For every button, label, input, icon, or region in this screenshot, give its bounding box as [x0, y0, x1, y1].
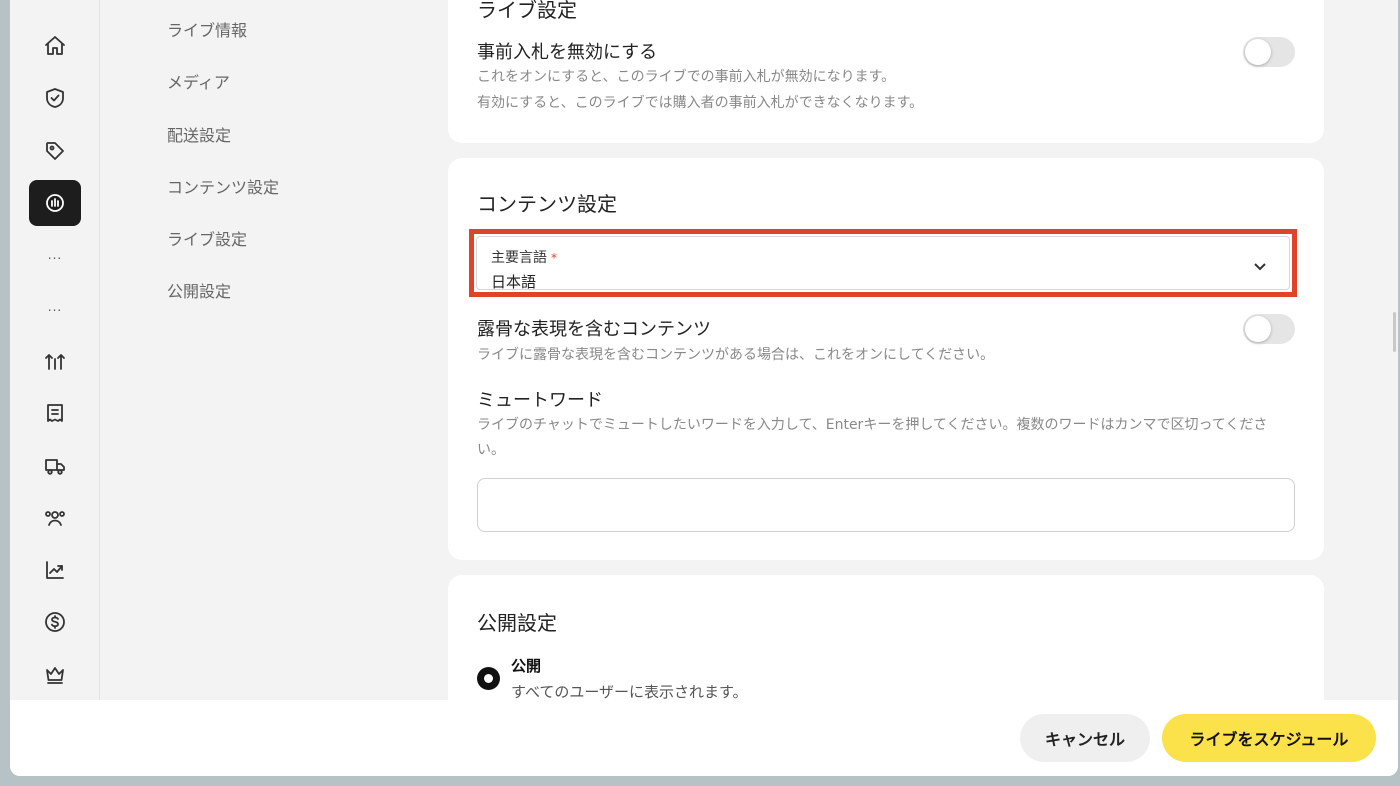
nav-visibility[interactable]: 公開設定: [167, 278, 231, 302]
live-settings-card: ライブ設定 事前入札を無効にする これをオンにすると、このライブでの事前入札が無…: [448, 0, 1324, 143]
public-radio[interactable]: [477, 667, 500, 690]
footer-bar: キャンセル ライブをスケジュール: [10, 700, 1398, 776]
mute-words-desc: ライブのチャットでミュートしたいワードを入力して、Enterキーを押してください…: [477, 417, 1268, 458]
users-icon[interactable]: [29, 495, 81, 541]
public-label: 公開: [511, 657, 542, 675]
toggle-knob: [1245, 39, 1271, 65]
explicit-title: 露骨な表現を含むコンテンツ: [477, 319, 711, 340]
mute-words-title: ミュートワード: [477, 390, 603, 411]
more-dots-2: ...: [47, 300, 63, 314]
trending-chart-icon[interactable]: [29, 547, 81, 593]
required-mark: *: [551, 251, 557, 265]
content-settings-title: コンテンツ設定: [477, 192, 617, 216]
preorder-desc-2: 有効にすると、このライブでは購入者の事前入札ができなくなります。: [477, 95, 924, 111]
app-window: ... ... ライブ情報 メディア 配送設定 コンテンツ設定 ライブ設定 公開…: [10, 0, 1398, 776]
visibility-title: 公開設定: [477, 611, 557, 635]
more-dots-1: ...: [47, 248, 63, 262]
nav-media[interactable]: メディア: [167, 69, 230, 93]
truck-icon[interactable]: [29, 443, 81, 489]
select-field: 主要言語 * 日本語: [476, 236, 1290, 291]
nav-live-info[interactable]: ライブ情報: [167, 17, 247, 41]
receipt-icon[interactable]: [29, 390, 81, 436]
primary-language-select[interactable]: 主要言語 * 日本語: [469, 229, 1297, 297]
cancel-button[interactable]: キャンセル: [1020, 714, 1150, 762]
language-label-text: 主要言語: [491, 250, 547, 266]
explicit-toggle[interactable]: [1243, 314, 1295, 344]
home-icon[interactable]: [29, 23, 81, 69]
content-settings-card: コンテンツ設定 主要言語 * 日本語 露骨な表現を含むコンテンツ ライブに露骨な表…: [448, 158, 1324, 560]
preorder-toggle[interactable]: [1243, 37, 1295, 67]
nav-content-settings[interactable]: コンテンツ設定: [167, 174, 279, 198]
preorder-title: 事前入札を無効にする: [477, 42, 658, 63]
chevron-down-icon: [1251, 257, 1269, 275]
nav-live-settings[interactable]: ライブ設定: [167, 226, 247, 250]
toggle-knob: [1245, 316, 1271, 342]
nav-shipping[interactable]: 配送設定: [167, 122, 231, 146]
tag-icon[interactable]: [29, 128, 81, 174]
shield-check-icon[interactable]: [29, 75, 81, 121]
dollar-icon[interactable]: [29, 599, 81, 645]
live-icon[interactable]: [29, 180, 81, 226]
public-desc: すべてのユーザーに表示されます。: [511, 683, 748, 701]
language-value: 日本語: [491, 273, 537, 291]
preorder-desc-1: これをオンにすると、このライブでの事前入札が無効になります。: [477, 69, 896, 85]
schedule-live-button[interactable]: ライブをスケジュール: [1162, 714, 1376, 762]
icon-rail: ... ...: [10, 0, 100, 700]
live-settings-title: ライブ設定: [477, 0, 577, 22]
scrollbar-thumb[interactable]: [1393, 312, 1396, 352]
sort-arrows-icon[interactable]: [29, 338, 81, 384]
crown-icon[interactable]: [29, 651, 81, 697]
language-label: 主要言語 *: [491, 247, 557, 267]
explicit-desc: ライブに露骨な表現を含むコンテンツがある場合は、これをオンにしてください。: [477, 347, 995, 363]
mute-words-input[interactable]: [477, 478, 1295, 532]
